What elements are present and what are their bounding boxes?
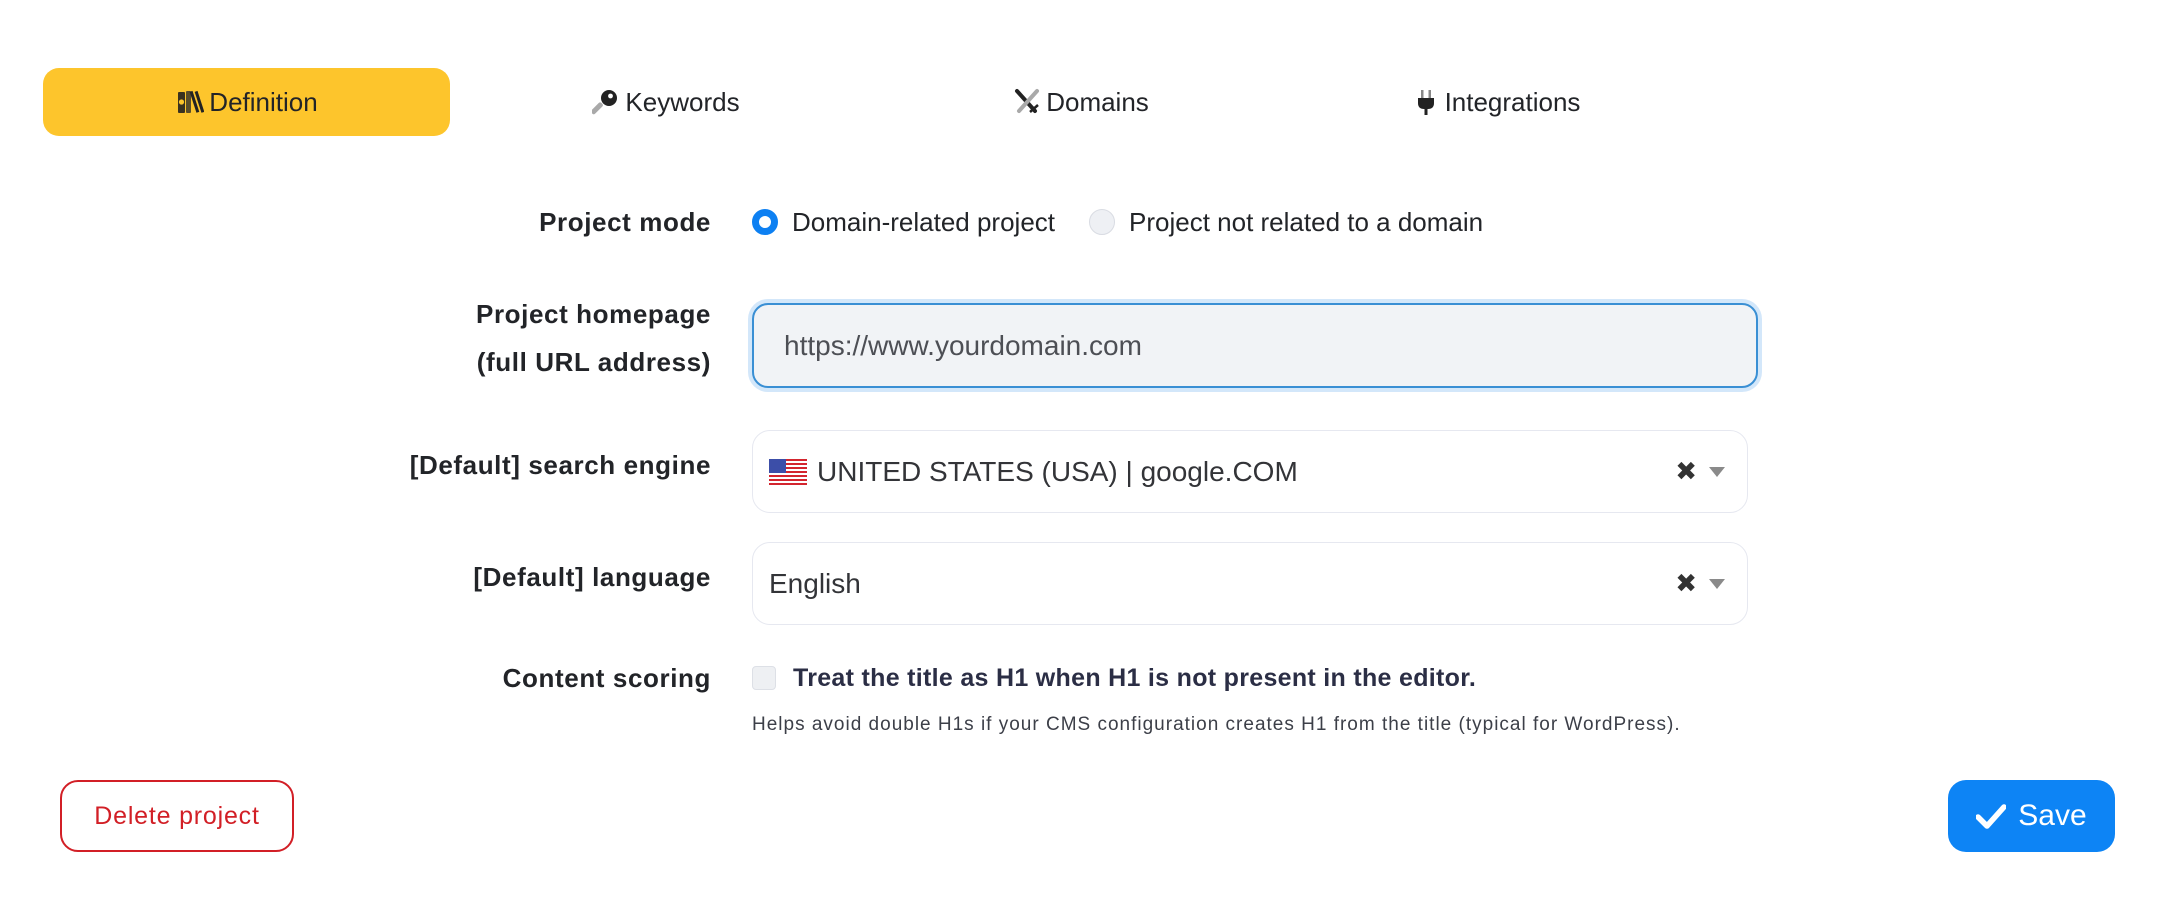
search-engine-label: [Default] search engine — [409, 450, 711, 480]
us-flag-icon — [769, 458, 807, 485]
search-engine-select[interactable]: UNITED STATES (USA) | google.COM ✖ — [752, 430, 1748, 513]
delete-project-button[interactable]: Delete project — [60, 780, 294, 852]
tab-bar: Definition Keywords Domains Integrations — [43, 68, 1703, 136]
radio-selected-indicator[interactable] — [752, 209, 778, 235]
save-label: Save — [2018, 799, 2087, 832]
delete-project-label: Delete project — [94, 801, 260, 830]
content-scoring-option: Treat the title as H1 when H1 is not pre… — [752, 658, 1476, 698]
language-select[interactable]: English ✖ — [752, 542, 1748, 625]
tab-label: Domains — [1046, 86, 1149, 117]
tab-keywords[interactable]: Keywords — [458, 68, 873, 136]
dropdown-arrow-icon[interactable] — [1709, 578, 1725, 589]
language-label: [Default] language — [473, 562, 711, 592]
radio-domain-related[interactable]: Domain-related project — [752, 207, 1055, 238]
content-scoring-help-text: Helps avoid double H1s if your CMS confi… — [752, 714, 1681, 735]
tab-label: Keywords — [625, 86, 740, 117]
homepage-url-input[interactable] — [752, 303, 1758, 388]
content-scoring-label: Content scoring — [502, 663, 711, 693]
dropdown-arrow-icon[interactable] — [1709, 466, 1725, 477]
homepage-label-line2: (full URL address) — [476, 347, 711, 377]
radio-not-domain-related[interactable]: Project not related to a domain — [1089, 207, 1483, 238]
language-value: English — [769, 567, 861, 599]
tab-label: Integrations — [1444, 86, 1581, 117]
search-engine-value: UNITED STATES (USA) | google.COM — [817, 455, 1298, 487]
homepage-label-line1: Project homepage — [476, 299, 711, 329]
radio-unselected-indicator[interactable] — [1089, 209, 1116, 235]
clear-icon[interactable]: ✖ — [1675, 568, 1697, 599]
crossed-swords-icon — [1012, 87, 1042, 117]
plug-icon — [1411, 87, 1441, 117]
tab-integrations[interactable]: Integrations — [1288, 68, 1703, 136]
key-icon — [591, 87, 621, 117]
radio-label: Domain-related project — [792, 206, 1056, 237]
project-mode-radio-group: Domain-related project Project not relat… — [752, 202, 1517, 242]
save-button[interactable]: Save — [1948, 780, 2115, 852]
tab-definition[interactable]: Definition — [43, 68, 450, 136]
checkmark-icon — [1976, 804, 2007, 829]
homepage-label: Project homepage (full URL address) — [476, 290, 711, 386]
radio-label: Project not related to a domain — [1129, 206, 1484, 237]
books-icon — [175, 87, 205, 117]
tab-label: Definition — [209, 86, 318, 117]
title-as-h1-checkbox[interactable] — [752, 666, 776, 690]
title-as-h1-checkbox-label[interactable]: Treat the title as H1 when H1 is not pre… — [793, 664, 1476, 693]
project-mode-label: Project mode — [539, 207, 711, 237]
tab-domains[interactable]: Domains — [873, 68, 1288, 136]
clear-icon[interactable]: ✖ — [1675, 456, 1697, 487]
